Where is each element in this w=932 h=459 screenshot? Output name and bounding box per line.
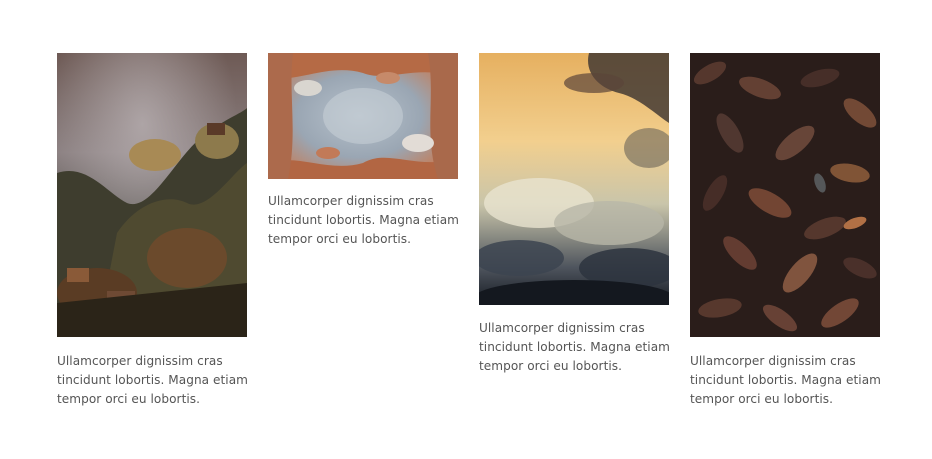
gallery-card: Ullamcorper dignissim cras tincidunt lob… [268,53,459,249]
gallery-image-fresco[interactable] [268,53,458,179]
gallery-caption: Ullamcorper dignissim cras tincidunt lob… [479,321,670,373]
fresco-photo [268,53,458,179]
hillside-photo [57,53,247,337]
gallery-caption: Ullamcorper dignissim cras tincidunt lob… [57,354,248,406]
gallery-card: Ullamcorper dignissim cras tincidunt lob… [57,53,248,409]
gallery-caption: Ullamcorper dignissim cras tincidunt lob… [690,354,881,406]
gallery-card: Ullamcorper dignissim cras tincidunt lob… [690,53,881,409]
gallery-image-clouds[interactable] [479,53,669,305]
gallery-caption: Ullamcorper dignissim cras tincidunt lob… [268,194,459,246]
gallery-image-hillside[interactable] [57,53,247,337]
gallery-image-leaves[interactable] [690,53,880,337]
clouds-photo [479,53,669,305]
gallery-card: Ullamcorper dignissim cras tincidunt lob… [479,53,670,376]
image-gallery: Ullamcorper dignissim cras tincidunt lob… [57,53,881,409]
leaves-photo [690,53,880,337]
